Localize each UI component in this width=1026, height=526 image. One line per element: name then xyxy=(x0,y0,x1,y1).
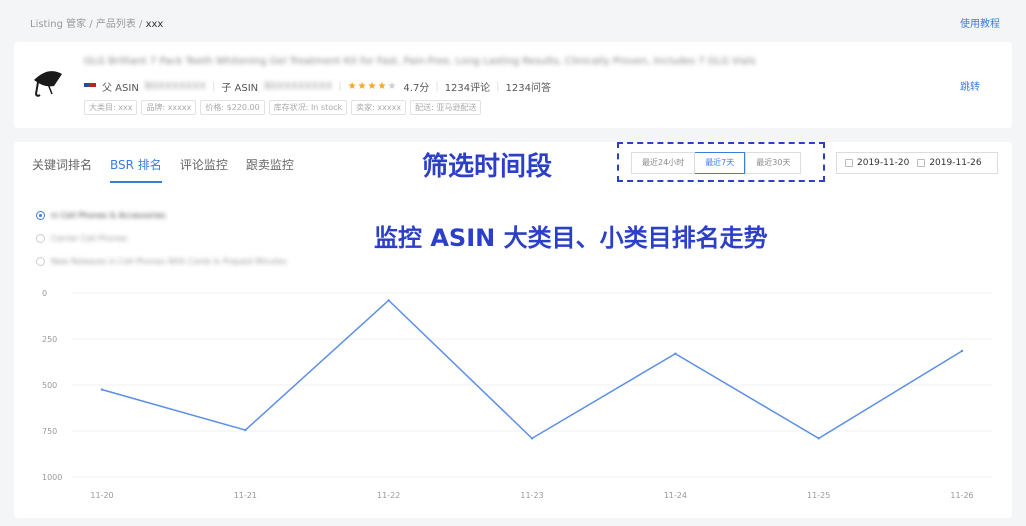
y-tick-label: 250 xyxy=(42,335,57,344)
breadcrumb-separator: / xyxy=(135,19,146,30)
child-asin-label: 子 ASIN xyxy=(221,83,259,94)
data-point xyxy=(387,299,390,302)
star-icon: ★ xyxy=(357,81,368,92)
divider: | xyxy=(435,81,439,92)
x-tick-label: 11-26 xyxy=(950,491,973,500)
x-tick-label: 11-22 xyxy=(377,491,400,500)
y-tick-label: 0 xyxy=(42,289,47,298)
product-tag: 大类目: xxx xyxy=(84,100,138,115)
data-point xyxy=(100,388,104,391)
y-tick-label: 1000 xyxy=(42,473,62,482)
breadcrumb-listing[interactable]: Listing 管家 xyxy=(30,19,86,30)
x-tick-label: 11-25 xyxy=(807,491,830,500)
product-tag: 配送: 亚马逊配送 xyxy=(410,100,482,115)
product-title[interactable]: GLG Brilliant 7 Pack Teeth Whitening Gel… xyxy=(84,56,756,67)
star-icon: ★ xyxy=(377,81,388,92)
top-bar: Listing 管家 / 产品列表 / xxx 使用教程 xyxy=(0,0,1026,42)
parent-asin-label: 父 ASIN xyxy=(102,83,139,94)
data-point xyxy=(244,428,247,432)
child-asin-value: B0XXXXXXXX xyxy=(264,81,333,92)
breadcrumb-products[interactable]: 产品列表 xyxy=(96,19,136,30)
product-tag: 卖家: xxxxx xyxy=(351,100,407,115)
rating-text: 4.7分 xyxy=(403,83,430,94)
help-link[interactable]: 使用教程 xyxy=(960,15,1000,30)
reviews-count: 1234评论 xyxy=(444,83,491,94)
rating-stars: ★★★★★ xyxy=(348,81,398,92)
product-tag: 价格: $220.00 xyxy=(200,100,265,115)
product-tags: 大类目: xxx 品牌: xxxxx 价格: $220.00 库存状况: In … xyxy=(84,100,482,115)
umbrella-icon xyxy=(30,64,66,100)
x-tick-label: 11-23 xyxy=(520,491,543,500)
product-card: GLG Brilliant 7 Pack Teeth Whitening Gel… xyxy=(14,42,1012,128)
series-line xyxy=(101,299,963,440)
y-tick-label: 750 xyxy=(42,427,57,436)
divider: | xyxy=(338,81,342,92)
breadcrumb-separator: / xyxy=(86,19,96,30)
x-tick-label: 11-20 xyxy=(90,491,113,500)
data-point xyxy=(530,437,534,440)
product-tag: 库存状况: In stock xyxy=(268,100,348,115)
star-icon: ★ xyxy=(347,81,358,92)
bsr-rank-chart: 0 250 500 750 1000 11-20 11-21 11-22 11-23 11-24 1… xyxy=(42,289,992,500)
us-flag-icon xyxy=(84,82,96,91)
product-tag: 品牌: xxxxx xyxy=(141,100,197,115)
x-tick-label: 11-24 xyxy=(664,491,687,500)
data-point xyxy=(817,437,820,440)
breadcrumb-current: xxx xyxy=(145,19,164,30)
divider: | xyxy=(496,81,500,92)
star-icon: ★ xyxy=(387,81,398,92)
x-tick-label: 11-21 xyxy=(234,491,257,500)
parent-asin-value: B0XXXXXXX xyxy=(144,81,206,92)
data-point xyxy=(674,352,677,355)
divider: | xyxy=(211,81,216,92)
product-meta: 父 ASIN B0XXXXXXX | 子 ASIN B0XXXXXXXX | ★… xyxy=(84,79,551,94)
y-tick-label: 500 xyxy=(42,381,57,390)
qa-count: 1234问答 xyxy=(505,83,551,94)
monitor-panel: 关键词排名 BSR 排名 评论监控 跟卖监控 最近24小时 最近7天 最近30天… xyxy=(14,142,1012,518)
breadcrumb: Listing 管家 / 产品列表 / xxx xyxy=(30,15,163,30)
star-icon: ★ xyxy=(367,81,378,92)
jump-link[interactable]: 跳转 xyxy=(960,78,980,93)
data-point xyxy=(960,349,964,353)
